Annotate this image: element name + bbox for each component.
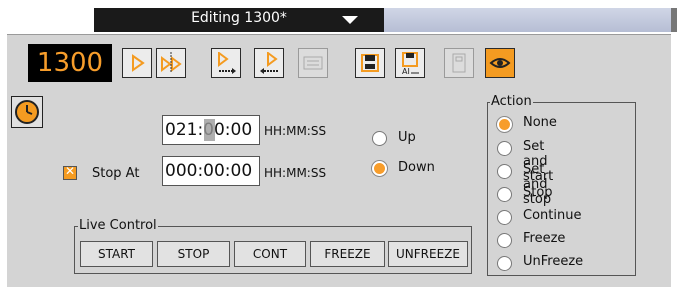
stop-unit-label: HH:MM:SS [264,166,327,180]
play-forward-icon [218,52,236,74]
text-cursor [204,119,215,141]
play-button[interactable] [122,48,152,78]
document-icon [452,53,466,73]
document-button[interactable] [444,48,474,78]
properties-icon [303,56,323,70]
save-as-icon: AI [402,52,419,74]
save-icon [361,54,379,72]
direction-up-radio[interactable] [372,131,387,146]
timer-button[interactable] [11,96,43,128]
title-bar-fill [384,8,671,32]
svg-text:AI: AI [402,67,410,74]
stop-button[interactable]: STOP [157,241,230,267]
dropdown-arrow-icon[interactable] [342,16,358,24]
template-number: 1300 [28,44,112,82]
save-button[interactable] [355,48,385,78]
live-control-title: Live Control [78,218,158,233]
play-back-icon [260,52,278,74]
stop-at-label: Stop At [92,166,140,181]
action-label: UnFreeze [523,254,584,269]
clock-icon [15,100,39,124]
action-label: Stop [523,185,553,200]
action-radio[interactable] [497,187,512,202]
action-radio[interactable] [497,117,512,132]
title-bar-edge [671,8,677,32]
action-radio[interactable] [497,210,512,225]
play-prev-button[interactable] [254,48,284,78]
save-as-button[interactable]: AI [395,48,425,78]
action-radio[interactable] [497,141,512,156]
view-button[interactable] [485,48,515,78]
direction-down-radio[interactable] [372,161,387,176]
editor-window: Editing 1300* 1300 AI HH:MM:SS ✕ Stop At… [0,0,677,288]
action-radio[interactable] [497,233,512,248]
freeze-button[interactable]: FREEZE [310,241,385,267]
action-label: Freeze [523,231,566,246]
title-bar: Editing 1300* [0,0,677,36]
action-radio[interactable] [497,164,512,179]
action-group-title: Action [490,94,533,109]
step-play-icon [161,52,182,72]
play-next-button[interactable] [211,48,241,78]
window-title: Editing 1300* [191,10,287,26]
direction-down-label: Down [398,160,435,175]
action-radio[interactable] [497,256,512,271]
action-label: Continue [523,208,582,223]
start-button[interactable]: START [80,241,153,267]
stop-at-input[interactable]: 000:00:00 [162,156,260,186]
action-label: None [523,115,557,130]
continue-button[interactable]: CONT [234,241,306,267]
time-unit-label: HH:MM:SS [264,124,327,138]
unfreeze-button[interactable]: UNFREEZE [388,241,468,267]
properties-button[interactable] [298,48,328,78]
play-icon [132,54,145,72]
direction-up-label: Up [398,130,416,145]
stop-at-checkbox[interactable] [63,164,77,180]
play-step-button[interactable] [156,48,186,78]
eye-icon [489,58,511,68]
